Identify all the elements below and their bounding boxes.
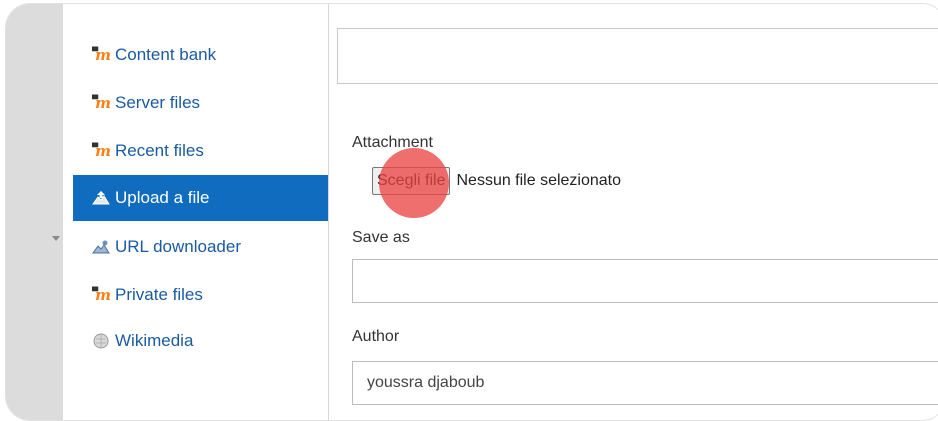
sidebar-item-label: Private files bbox=[115, 285, 203, 304]
sidebar-item-url-downloader[interactable]: URL downloader bbox=[73, 224, 328, 270]
save-as-input[interactable] bbox=[352, 259, 938, 303]
wikimedia-icon bbox=[91, 333, 111, 349]
file-status-text: Nessun file selezionato bbox=[456, 172, 622, 189]
file-input-row: Scegli file Nessun file selezionato bbox=[372, 167, 621, 195]
moodle-icon: ▀m bbox=[91, 94, 111, 112]
moodle-icon: ▀m bbox=[91, 46, 111, 64]
sidebar-item-wikimedia[interactable]: Wikimedia bbox=[73, 318, 328, 364]
chevron-down-icon[interactable] bbox=[52, 236, 60, 241]
repository-sidebar: ▀m Content bank ▀m Server files ▀m Recen… bbox=[63, 4, 328, 420]
file-picker-window: ▀m Content bank ▀m Server files ▀m Recen… bbox=[6, 4, 938, 420]
upload-form: Attachment Scegli file Nessun file selez… bbox=[329, 4, 938, 420]
attachment-label: Attachment bbox=[352, 134, 433, 151]
save-as-label: Save as bbox=[352, 229, 410, 246]
sidebar-item-server-files[interactable]: ▀m Server files bbox=[73, 80, 328, 126]
sidebar-item-label: Wikimedia bbox=[115, 331, 194, 350]
sidebar-item-label: URL downloader bbox=[115, 237, 241, 256]
author-input[interactable] bbox=[352, 361, 938, 405]
sidebar-item-label: Recent files bbox=[115, 141, 204, 160]
sidebar-item-label: Content bank bbox=[115, 45, 217, 64]
sidebar-item-private-files[interactable]: ▀m Private files bbox=[73, 272, 328, 318]
collapsed-panel-strip bbox=[6, 4, 63, 420]
moodle-icon: ▀m bbox=[91, 142, 111, 160]
sidebar-item-label: Server files bbox=[115, 93, 201, 112]
preview-box bbox=[337, 28, 938, 84]
moodle-icon: ▀m bbox=[91, 286, 111, 304]
sidebar-item-recent-files[interactable]: ▀m Recent files bbox=[73, 128, 328, 174]
sidebar-item-label: Upload a file bbox=[115, 188, 210, 207]
author-label: Author bbox=[352, 328, 400, 345]
upload-icon bbox=[91, 191, 111, 205]
choose-file-button[interactable]: Scegli file bbox=[372, 167, 451, 195]
sidebar-item-content-bank[interactable]: ▀m Content bank bbox=[73, 32, 328, 78]
url-downloader-icon bbox=[91, 240, 111, 254]
sidebar-item-upload-a-file[interactable]: Upload a file bbox=[73, 175, 328, 221]
